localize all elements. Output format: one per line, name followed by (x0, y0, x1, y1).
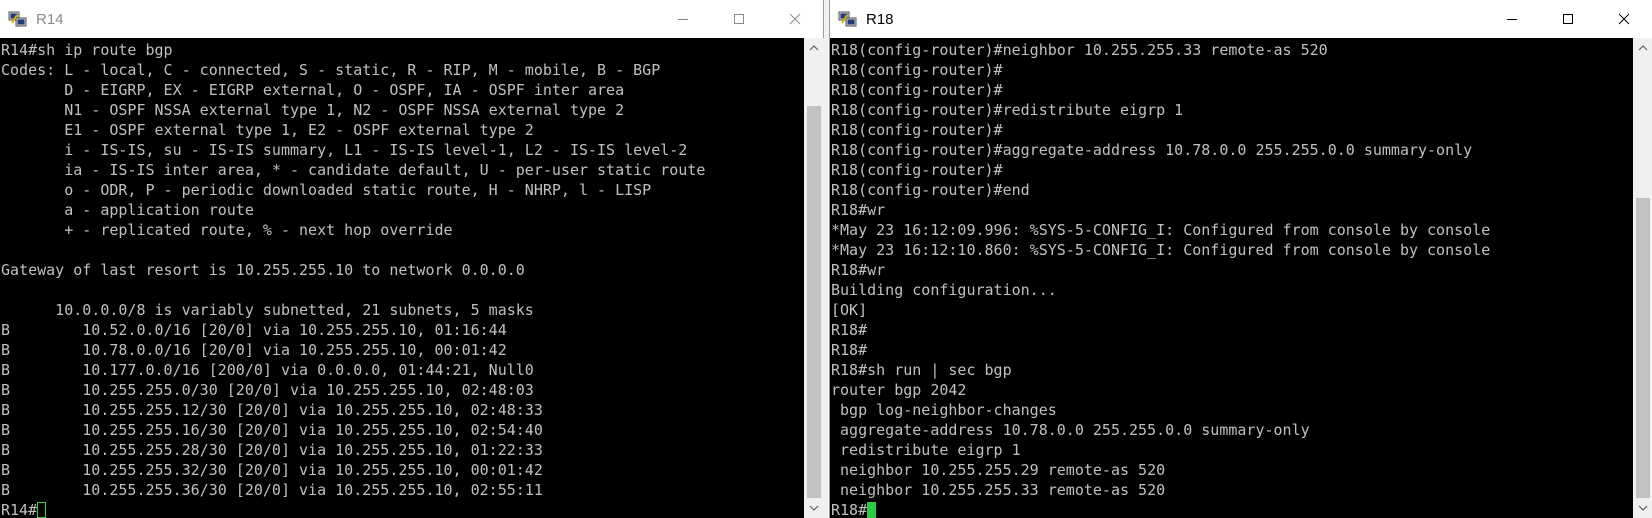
vertical-scrollbar[interactable] (804, 38, 824, 518)
terminal-prompt-line[interactable]: R14# (1, 500, 804, 518)
vertical-scrollbar[interactable] (1633, 38, 1652, 518)
terminal-line: B 10.78.0.0/16 [20/0] via 10.255.255.10,… (1, 341, 507, 359)
terminal-line: R18#wr (831, 261, 886, 279)
chevron-down-icon (809, 505, 819, 511)
terminal-line: *May 23 16:12:10.860: %SYS-5-CONFIG_I: C… (831, 241, 1491, 259)
window-controls (655, 0, 823, 38)
text-cursor (867, 502, 877, 518)
terminal-line: B 10.255.255.0/30 [20/0] via 10.255.255.… (1, 381, 534, 399)
chevron-up-icon (809, 45, 819, 51)
terminal-line: ia - IS-IS inter area, * - candidate def… (1, 161, 706, 179)
terminal-line: R18(config-router)#aggregate-address 10.… (831, 141, 1473, 159)
terminal-line: redistribute eigrp 1 (831, 441, 1021, 459)
chevron-down-icon (1638, 505, 1648, 511)
close-icon (1618, 13, 1630, 25)
terminal-line: Codes: L - local, C - connected, S - sta… (1, 61, 661, 79)
window-r18[interactable]: R18 R18(config-router)# neighbor 10.255.2… (829, 0, 1652, 518)
maximize-button[interactable] (711, 0, 767, 38)
putty-terminal-icon (838, 10, 858, 28)
terminal-line: R18# (831, 321, 868, 339)
terminal-line: neighbor 10.255.255.29 remote-as 520 (831, 461, 1166, 479)
terminal-line: o - ODR, P - periodic downloaded static … (1, 181, 652, 199)
scrollbar-thumb[interactable] (1636, 198, 1650, 498)
terminal-line: R18(config-router)# (831, 161, 1003, 179)
scroll-up-button[interactable] (804, 38, 824, 58)
terminal-line: *May 23 16:12:09.996: %SYS-5-CONFIG_I: C… (831, 221, 1491, 239)
terminal-line: i - IS-IS, su - IS-IS summary, L1 - IS-I… (1, 141, 688, 159)
terminal-line: R18(config-router)# (831, 61, 1003, 79)
maximize-button[interactable] (1540, 0, 1596, 38)
terminal-line: [OK] (831, 301, 868, 319)
terminal-line: a - application route (1, 201, 254, 219)
putty-terminal-icon (8, 10, 28, 28)
close-icon (789, 13, 801, 25)
terminal-line: R18(config-router)#end (831, 181, 1030, 199)
command-prompt: R18# (831, 501, 868, 518)
minimize-icon (1507, 19, 1517, 20)
terminal-output-r14[interactable]: R14#sh ip route bgp Codes: L - local, C -… (0, 38, 804, 518)
terminal-line: bgp log-neighbor-changes (831, 401, 1057, 419)
terminal-line: + - replicated route, % - next hop overr… (1, 221, 453, 239)
terminal-line: R18# (831, 341, 868, 359)
close-button[interactable] (1596, 0, 1652, 38)
terminal-line: 10.0.0.0/8 is variably subnetted, 21 sub… (1, 301, 534, 319)
terminal-line: E1 - OSPF external type 1, E2 - OSPF ext… (1, 121, 534, 139)
window-title: R18 (866, 10, 894, 28)
scroll-up-button[interactable] (1633, 38, 1652, 58)
terminal-prompt-line[interactable]: R18# (831, 500, 1633, 518)
terminal-line: neighbor 10.255.255.33 remote-as 520 (831, 481, 1166, 499)
terminal-line: Gateway of last resort is 10.255.255.10 … (1, 261, 525, 279)
titlebar-r18[interactable]: R18 (830, 0, 1652, 38)
scrollbar-thumb[interactable] (807, 106, 821, 498)
terminal-output-r18[interactable]: R18(config-router)# neighbor 10.255.255.3… (830, 38, 1633, 518)
terminal-line: R18(config-router)# (831, 121, 1003, 139)
terminal-line: B 10.255.255.16/30 [20/0] via 10.255.255… (1, 421, 543, 439)
scroll-down-button[interactable] (804, 498, 824, 518)
terminal-line: aggregate-address 10.78.0.0 255.255.0.0 … (831, 421, 1310, 439)
scroll-down-button[interactable] (1633, 498, 1652, 518)
terminal-line: R18#wr (831, 201, 886, 219)
terminal-line: Building configuration... (831, 281, 1057, 299)
close-button[interactable] (767, 0, 823, 38)
terminal-line: B 10.255.255.36/30 [20/0] via 10.255.255… (1, 481, 543, 499)
minimize-icon (678, 19, 688, 20)
terminal-line: router bgp 2042 (831, 381, 967, 399)
terminal-lines: R14#sh ip route bgp Codes: L - local, C -… (0, 38, 804, 518)
terminal-line: R18(config-router)#redistribute eigrp 1 (831, 101, 1184, 119)
command-prompt: R14# (1, 501, 38, 518)
terminal-line: N1 - OSPF NSSA external type 1, N2 - OSP… (1, 101, 625, 119)
terminal-line: B 10.255.255.32/30 [20/0] via 10.255.255… (1, 461, 543, 479)
terminal-line: B 10.177.0.0/16 [200/0] via 0.0.0.0, 01:… (1, 361, 534, 379)
maximize-icon (1563, 14, 1573, 24)
minimize-button[interactable] (1484, 0, 1540, 38)
terminal-line: B 10.52.0.0/16 [20/0] via 10.255.255.10,… (1, 321, 507, 339)
maximize-icon (734, 14, 744, 24)
text-cursor (37, 502, 47, 518)
terminal-line: R18(config-router)#neighbor 10.255.255.3… (831, 41, 1328, 59)
terminal-line: R18#sh run | sec bgp (831, 361, 1012, 379)
window-title: R14 (36, 10, 64, 28)
window-controls (1484, 0, 1652, 38)
minimize-button[interactable] (655, 0, 711, 38)
titlebar-r14[interactable]: R14 (0, 0, 823, 38)
chevron-up-icon (1638, 45, 1648, 51)
terminal-line: R14#sh ip route bgp (1, 41, 173, 59)
window-r14[interactable]: R14 R14#sh ip route bgp Codes: L - local,… (0, 0, 824, 518)
terminal-line: B 10.255.255.12/30 [20/0] via 10.255.255… (1, 401, 543, 419)
terminal-line: D - EIGRP, EX - EIGRP external, O - OSPF… (1, 81, 625, 99)
terminal-lines: R18(config-router)# neighbor 10.255.255.3… (830, 38, 1633, 518)
terminal-line: R18(config-router)# (831, 81, 1003, 99)
terminal-line: B 10.255.255.28/30 [20/0] via 10.255.255… (1, 441, 543, 459)
